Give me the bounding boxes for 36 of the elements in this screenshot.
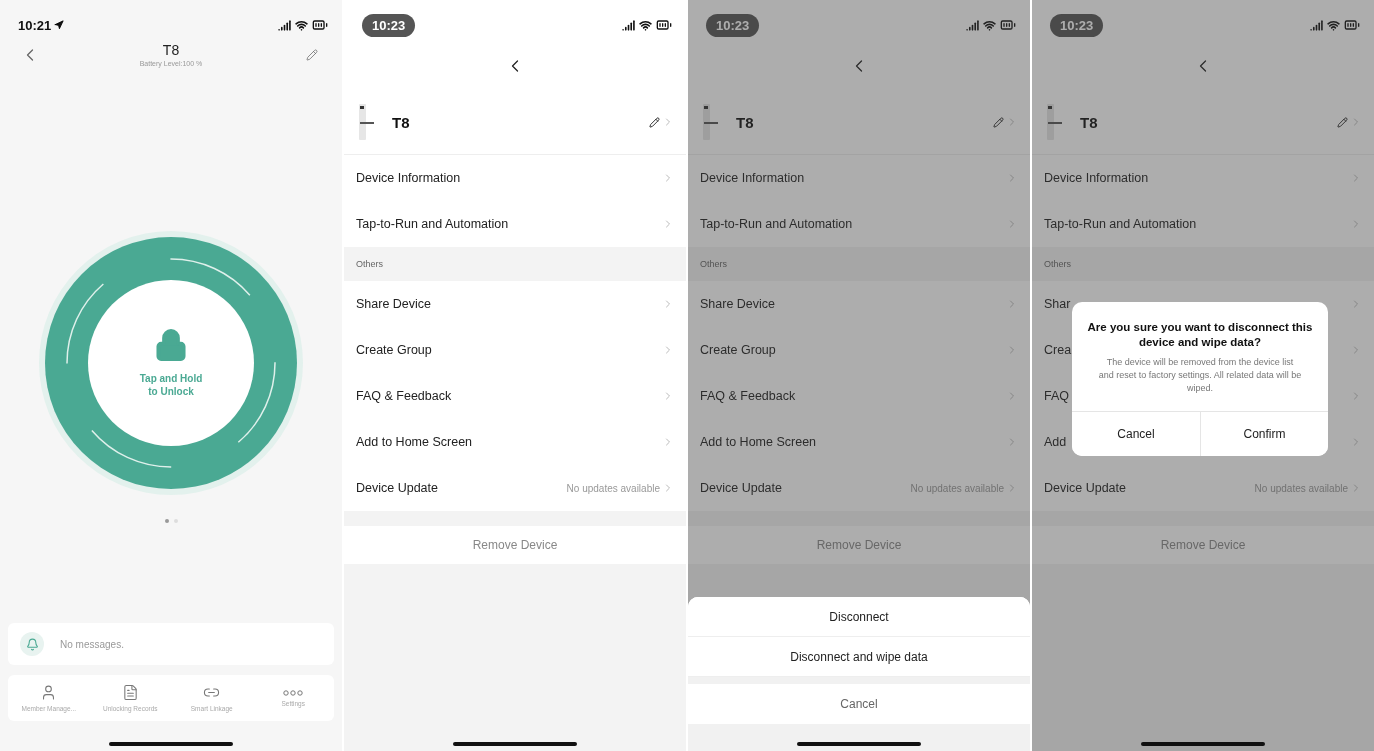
row-label: FAQ & Feedback bbox=[700, 389, 796, 403]
device-name: T8 bbox=[392, 113, 411, 131]
message-text: No messages. bbox=[60, 638, 124, 650]
row-value: No updates available bbox=[566, 482, 660, 494]
section-header: Others bbox=[700, 259, 727, 269]
status-time: 10:21 bbox=[18, 17, 52, 33]
row-label: Add to Home Screen bbox=[356, 435, 473, 449]
row-label: Shar bbox=[1044, 297, 1071, 311]
row-label: Device Information bbox=[356, 171, 461, 185]
row-label: Share Device bbox=[700, 297, 776, 311]
status-time: 10:23 bbox=[706, 13, 760, 37]
section-header: Others bbox=[1044, 259, 1071, 269]
row-label: Device Update bbox=[1044, 481, 1126, 495]
dialog-message: The device will be removed from the device list and reset to factory settings. All related data will be wiped. bbox=[1097, 355, 1303, 395]
row-label: Tap-to-Run and Automation bbox=[1044, 217, 1197, 231]
section-header: Others bbox=[356, 259, 383, 269]
device-name: T8 bbox=[1080, 113, 1099, 131]
row-label: Tap-to-Run and Automation bbox=[356, 217, 509, 231]
row-label: Share Device bbox=[356, 297, 432, 311]
row-label: Device Update bbox=[356, 481, 438, 495]
status-time: 10:23 bbox=[362, 13, 416, 37]
row-label: Tap-to-Run and Automation bbox=[700, 217, 853, 231]
device-name: T8 bbox=[736, 113, 755, 131]
row-label: Device Update bbox=[700, 481, 782, 495]
row-label: Device Information bbox=[700, 171, 805, 185]
row-label: Create Group bbox=[700, 343, 776, 357]
row-label: Add to Home Screen bbox=[700, 435, 817, 449]
device-title: T8 bbox=[162, 42, 180, 58]
status-time: 10:23 bbox=[1050, 13, 1104, 37]
row-label: FAQ & Feedback bbox=[356, 389, 452, 403]
row-label: Create Group bbox=[356, 343, 432, 357]
dialog-title: Are you sure you want to disconnect this device and wipe data? bbox=[1086, 320, 1314, 350]
row-label: Crea bbox=[1044, 343, 1072, 357]
row-label: Device Information bbox=[1044, 171, 1149, 185]
row-label: Add bbox=[1044, 435, 1067, 449]
row-label: FAQ bbox=[1044, 389, 1069, 403]
